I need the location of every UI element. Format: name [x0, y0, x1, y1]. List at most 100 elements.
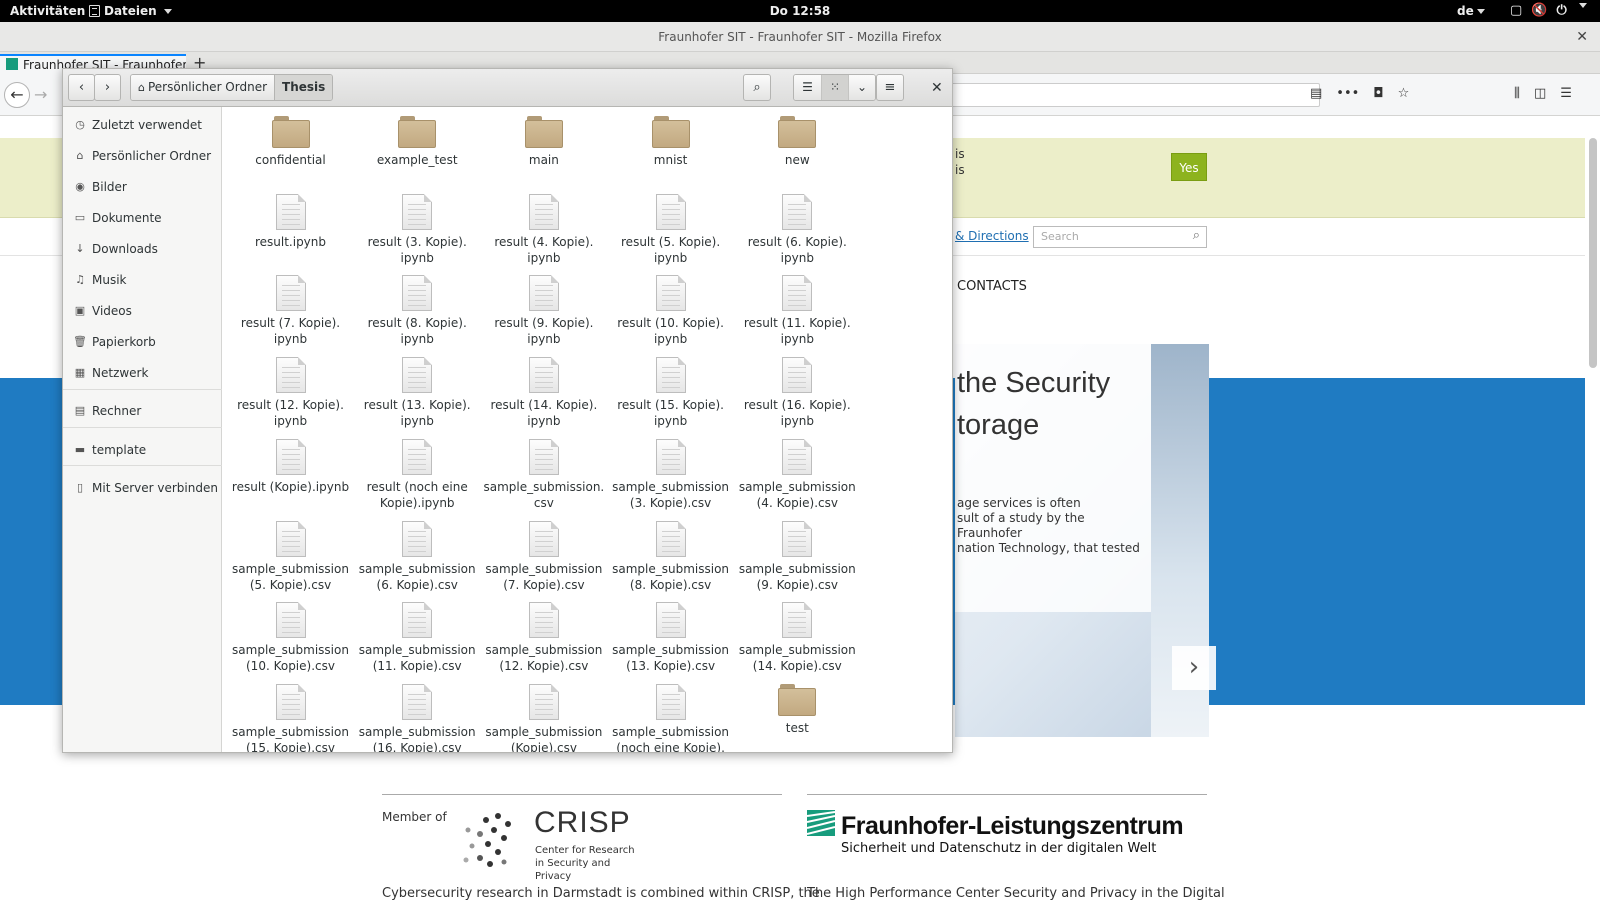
file-item[interactable]: sample_submission (3. Kopie).csv	[607, 438, 734, 511]
view-options-button[interactable]: ⌄	[848, 75, 875, 100]
folder-item[interactable]: main	[480, 116, 607, 168]
system-tray[interactable]: ▢ 🔇 ⏻	[1510, 3, 1587, 18]
folder-item[interactable]: example_test	[354, 116, 481, 168]
file-name-line2: (noch eine Kopie).	[616, 740, 725, 752]
language-indicator[interactable]: de	[1457, 4, 1485, 18]
cookie-line: is	[955, 147, 965, 161]
folder-item[interactable]: new	[734, 116, 861, 168]
url-bar[interactable]	[950, 83, 1320, 107]
file-item[interactable]: result (14. Kopie). ipynb	[480, 357, 607, 429]
file-name: new	[784, 153, 810, 167]
more-actions-icon[interactable]: •••	[1336, 86, 1359, 101]
forward-button[interactable]: →	[34, 85, 47, 104]
file-item[interactable]: sample_submission (5. Kopie).csv	[227, 520, 354, 593]
file-item[interactable]: sample_submission (10. Kopie).csv	[227, 602, 354, 674]
close-icon[interactable]: ✕	[931, 80, 943, 96]
file-name: sample_submission	[485, 724, 603, 739]
window-title: Fraunhofer SIT - Fraunhofer SIT - Mozill…	[658, 30, 942, 44]
folder-item[interactable]: confidential	[227, 116, 354, 168]
footer-text-right: The High Performance Center Security and…	[807, 886, 1225, 900]
sidebar-item-dokumente[interactable]: ▭ Dokumente	[63, 206, 222, 230]
sidebar-icon[interactable]: ◫	[1534, 86, 1546, 101]
reader-view-icon[interactable]: ▤	[1310, 86, 1322, 101]
search-icon[interactable]: ⌕	[1193, 228, 1200, 243]
hamburger-menu-icon[interactable]: ☰	[1560, 86, 1572, 101]
file-item[interactable]: result (8. Kopie). ipynb	[354, 275, 481, 347]
file-item[interactable]: sample_submission (15. Kopie).csv	[227, 683, 354, 752]
file-name: result (9. Kopie).	[494, 316, 594, 331]
file-item[interactable]: result (noch eine Kopie).ipynb	[354, 438, 481, 511]
file-item[interactable]: result (9. Kopie). ipynb	[480, 275, 607, 347]
list-view-button[interactable]: ☰	[794, 75, 821, 100]
file-item[interactable]: sample_submission (8. Kopie).csv	[607, 520, 734, 593]
pocket-icon[interactable]: ◘	[1373, 86, 1383, 101]
file-item[interactable]: sample_submission (4. Kopie).csv	[734, 438, 861, 511]
sidebar-item-netzwerk[interactable]: ▦ Netzwerk	[63, 361, 222, 385]
file-item[interactable]: sample_submission (noch eine Kopie).	[607, 683, 734, 752]
file-item[interactable]: result (13. Kopie). ipynb	[354, 357, 481, 429]
file-name-line2: (4. Kopie).csv	[756, 495, 838, 510]
forward-button[interactable]: ›	[94, 74, 121, 101]
library-icon[interactable]: ⫼	[1514, 86, 1520, 101]
file-item[interactable]: result (Kopie).ipynb	[227, 438, 354, 495]
clock[interactable]: Do 12:58	[0, 4, 1600, 18]
file-item[interactable]: result (11. Kopie). ipynb	[734, 275, 861, 347]
sidebar-item-papierkorb[interactable]: 🗑 Papierkorb	[63, 330, 222, 354]
file-item[interactable]: sample_submission (Kopie).csv	[480, 683, 607, 752]
menu-button[interactable]: ≡	[876, 74, 904, 101]
cookie-accept-button[interactable]: Yes	[1171, 153, 1207, 181]
sidebar-item-videos[interactable]: ▣ Videos	[63, 299, 222, 323]
breadcrumb-home[interactable]: ⌂ Persönlicher Ordner	[131, 75, 275, 100]
file-item[interactable]: sample_submission (11. Kopie).csv	[354, 602, 481, 674]
file-item[interactable]: result (12. Kopie). ipynb	[227, 357, 354, 429]
sidebar-item-mit-server-verbinden[interactable]: ▯ Mit Server verbinden	[63, 476, 222, 500]
document-icon	[275, 357, 306, 394]
file-item[interactable]: sample_submission (7. Kopie).csv	[480, 520, 607, 593]
file-item[interactable]: sample_submission (14. Kopie).csv	[734, 602, 861, 674]
back-button[interactable]: ←	[4, 82, 30, 108]
file-item[interactable]: result (6. Kopie). ipynb	[734, 193, 861, 266]
page-scrollbar[interactable]	[1589, 138, 1597, 368]
bookmark-star-icon[interactable]: ☆	[1398, 86, 1410, 101]
file-item[interactable]: sample_submission (16. Kopie).csv	[354, 683, 481, 752]
file-item[interactable]: result (3. Kopie). ipynb	[354, 193, 481, 266]
file-item[interactable]: sample_submission (9. Kopie).csv	[734, 520, 861, 593]
file-name-line2: (11. Kopie).csv	[372, 659, 462, 674]
folder-item[interactable]: mnist	[607, 116, 734, 168]
crisp-subtitle-line: Center for Research	[535, 845, 635, 856]
back-button[interactable]: ‹	[68, 74, 95, 101]
file-item[interactable]: sample_submission (13. Kopie).csv	[607, 602, 734, 674]
menu-item-contacts[interactable]: CONTACTS	[957, 279, 1027, 294]
sidebar-item-rechner[interactable]: ▤ Rechner	[63, 399, 222, 423]
file-item[interactable]: result (10. Kopie). ipynb	[607, 275, 734, 347]
file-item[interactable]: sample_submission (6. Kopie).csv	[354, 520, 481, 593]
search-button[interactable]: ⌕	[743, 74, 771, 101]
sidebar-item-bilder[interactable]: ◉ Bilder	[63, 175, 222, 199]
file-item[interactable]: sample_submission. csv	[480, 438, 607, 511]
file-item[interactable]: result (15. Kopie). ipynb	[607, 357, 734, 429]
sidebar-item-persönlicher-ordner[interactable]: ⌂ Persönlicher Ordner	[63, 144, 222, 168]
document-icon	[275, 193, 306, 230]
file-item[interactable]: sample_submission (12. Kopie).csv	[480, 602, 607, 674]
directions-link[interactable]: & Directions	[955, 229, 1029, 243]
carousel-next-button[interactable]: ›	[1172, 646, 1216, 690]
file-item[interactable]: result (4. Kopie). ipynb	[480, 193, 607, 266]
breadcrumb-thesis[interactable]: Thesis	[274, 75, 333, 100]
file-item[interactable]: result (5. Kopie). ipynb	[607, 193, 734, 266]
folder-icon	[271, 116, 310, 148]
site-search-input[interactable]: Search ⌕	[1033, 226, 1207, 248]
file-name-line2: (6. Kopie).csv	[376, 577, 458, 592]
sidebar-item-template[interactable]: ▬ template	[63, 438, 222, 462]
sidebar-item-label: Rechner	[92, 404, 142, 418]
sidebar-item-zuletzt-verwendet[interactable]: ◷ Zuletzt verwendet	[63, 113, 222, 137]
file-name: sample_submission.	[483, 479, 605, 494]
grid-view-button[interactable]: ⁙	[821, 75, 848, 100]
folder-item[interactable]: test	[734, 683, 861, 736]
file-item[interactable]: result (7. Kopie). ipynb	[227, 275, 354, 347]
file-item[interactable]: result.ipynb	[227, 193, 354, 250]
document-icon	[275, 275, 306, 312]
file-item[interactable]: result (16. Kopie). ipynb	[734, 357, 861, 429]
sidebar-item-downloads[interactable]: ↓ Downloads	[63, 237, 222, 261]
sidebar-item-musik[interactable]: ♫ Musik	[63, 268, 222, 292]
close-icon[interactable]: ✕	[1576, 22, 1588, 52]
